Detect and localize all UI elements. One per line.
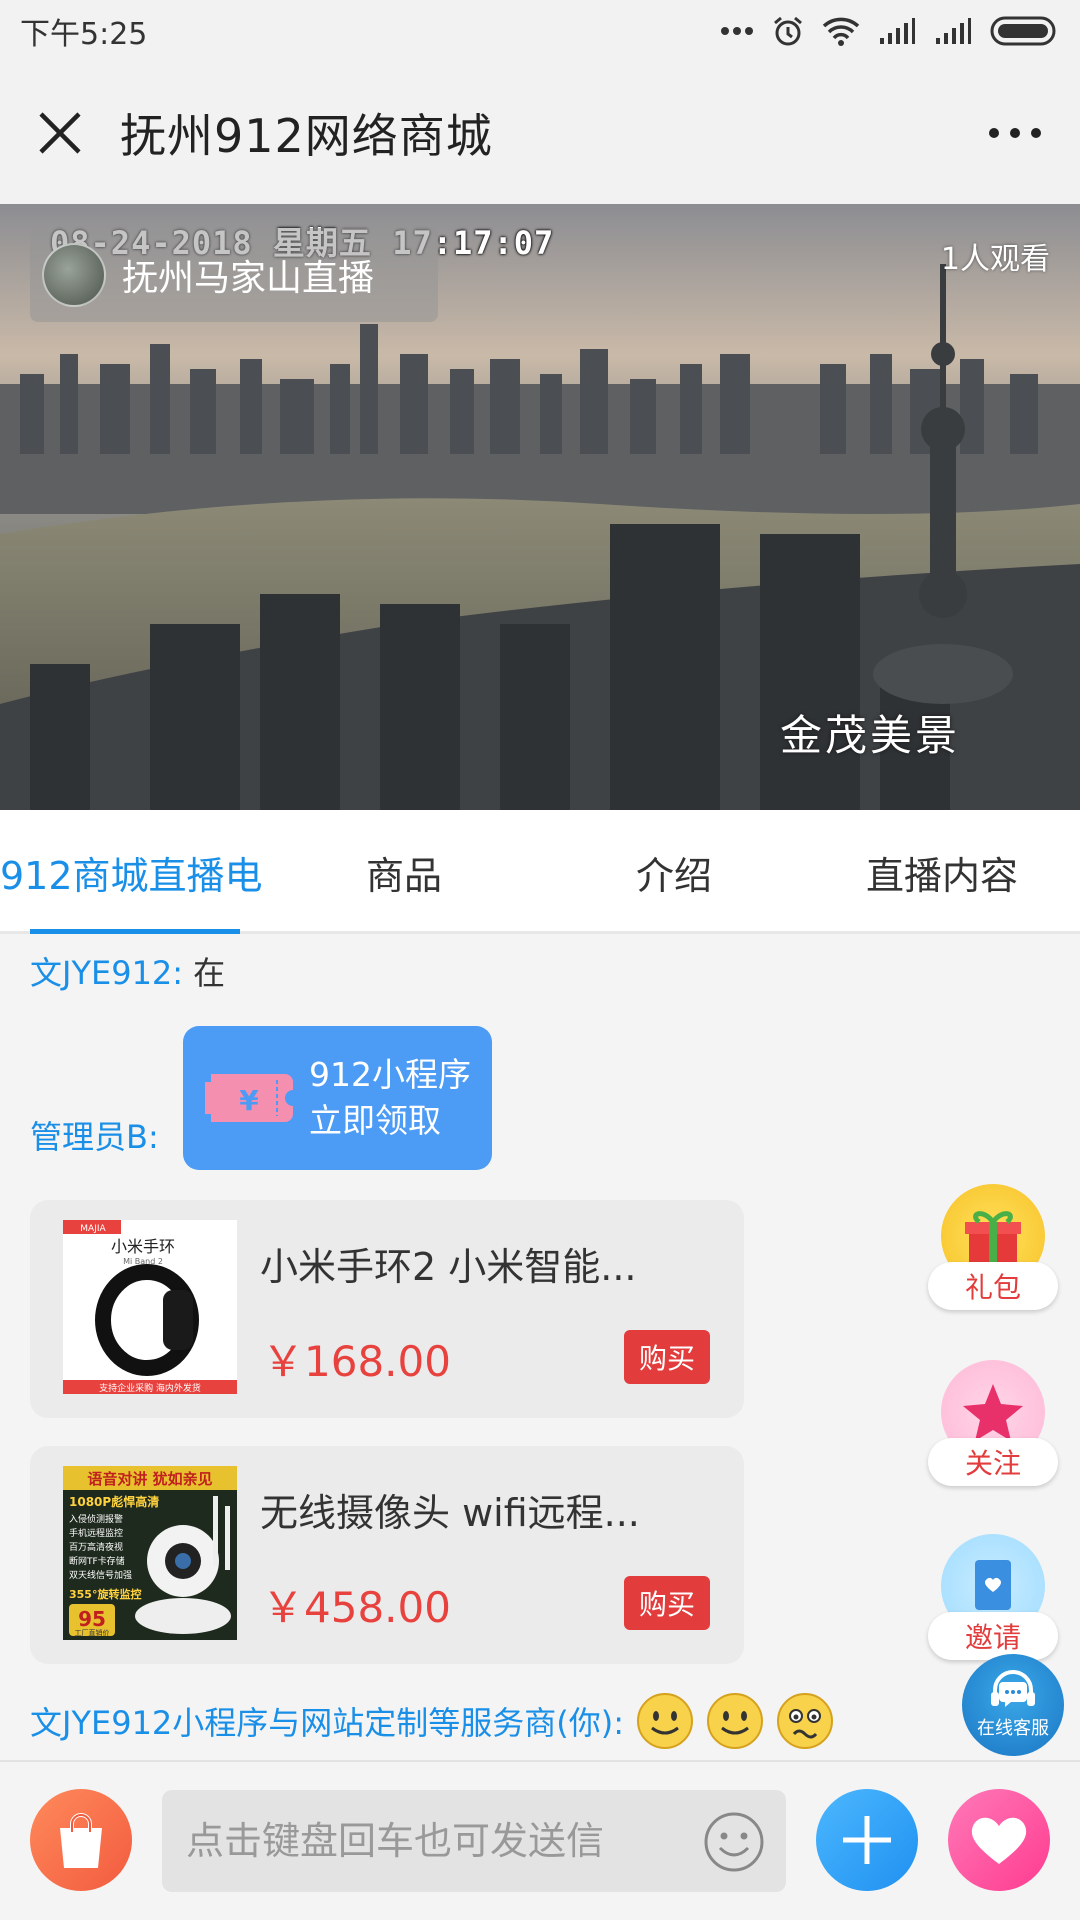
status-bar: 下午5:25: [0, 0, 1080, 62]
battery-icon: [990, 16, 1056, 46]
viewer-count: 1人观看: [940, 242, 1050, 277]
bottom-bar: [0, 1760, 1080, 1920]
thumb-feature: 双天线信号加强: [69, 1569, 132, 1581]
headset-icon: [991, 1670, 1035, 1707]
message-text: 在: [193, 954, 226, 992]
smile-emoji-icon: [707, 1693, 764, 1749]
like-button[interactable]: [948, 1789, 1050, 1891]
shop-button[interactable]: [30, 1789, 132, 1891]
close-button[interactable]: [0, 62, 120, 204]
page-title: 抚州912网络商城: [120, 109, 493, 163]
worried-emoji-icon: [777, 1693, 834, 1749]
close-icon: [39, 112, 81, 154]
signal-icon: [880, 18, 915, 44]
tab-live-content[interactable]: 直播内容: [866, 810, 1018, 934]
product-card[interactable]: 语音对讲 犹如亲见 1080P彪悍高清 入侵侦测报警 手机远程监控 百万高清夜视…: [30, 1446, 744, 1664]
thumb-note: 工厂直销价: [75, 1628, 110, 1637]
message-user[interactable]: 文JYE912:: [30, 954, 183, 992]
product-thumbnail: 语音对讲 犹如亲见 1080P彪悍高清 入侵侦测报警 手机远程监控 百万高清夜视…: [63, 1466, 237, 1640]
live-video[interactable]: 08-24-2018 星期五 17:17:07 抚州马家山直播 1人观看 金茂美…: [0, 204, 1080, 810]
thumb-brand: MAJIA: [80, 1224, 106, 1234]
smile-emoji-icon: [637, 1693, 694, 1749]
product-card[interactable]: MAJIA 小米手环 Mi Band 2 支持企业采购 海内外发货 小米手环2 …: [30, 1200, 744, 1418]
online-service-button[interactable]: 在线客服: [962, 1654, 1064, 1756]
follow-label: 关注: [928, 1438, 1058, 1486]
product-thumbnail: MAJIA 小米手环 Mi Band 2 支持企业采购 海内外发货: [63, 1220, 237, 1394]
channel-badge[interactable]: 抚州马家山直播: [30, 228, 438, 322]
chat-message: 文JYE912: 在: [30, 948, 225, 994]
signal-icon-2: [936, 18, 971, 44]
coupon-title: 912小程序: [309, 1055, 471, 1094]
thumb-footer: 支持企业采购 海内外发货: [99, 1382, 201, 1394]
thumb-feature: 入侵侦测报警: [69, 1513, 123, 1525]
invite-card-icon: [975, 1560, 1011, 1610]
channel-avatar: [42, 243, 106, 307]
coupon-action: 立即领取: [309, 1101, 441, 1140]
ticket-icon: ¥: [205, 1074, 293, 1122]
status-icons: [720, 15, 1060, 47]
tab-intro[interactable]: 介绍: [636, 810, 712, 934]
thumb-price: 95: [78, 1607, 106, 1631]
thumb-feature: 断网TF卡存储: [69, 1555, 125, 1567]
thumb-title: 小米手环: [111, 1237, 175, 1256]
gift-label: 礼包: [928, 1262, 1058, 1310]
thumb-feature: 百万高清夜视: [69, 1541, 123, 1553]
gift-button[interactable]: 礼包: [928, 1184, 1058, 1314]
thumb-res: 1080P彪悍高清: [69, 1494, 159, 1509]
online-service-label: 在线客服: [977, 1718, 1049, 1739]
star-icon: [963, 1384, 1023, 1441]
message-user[interactable]: 文JYE912小程序与网站定制等服务商(你):: [30, 1698, 624, 1744]
gift-icon: [965, 1211, 1021, 1264]
fitness-band-image: MAJIA 小米手环 Mi Band 2 支持企业采购 海内外发货: [63, 1220, 237, 1394]
invite-button[interactable]: 邀请: [928, 1534, 1058, 1664]
invite-label: 邀请: [928, 1612, 1058, 1660]
follow-button[interactable]: 关注: [928, 1360, 1058, 1490]
add-button[interactable]: [816, 1789, 918, 1891]
coupon-card[interactable]: ¥ 912小程序 立即领取: [183, 1026, 492, 1170]
status-time: 下午5:25: [20, 17, 148, 52]
product-name: 小米手环2 小米智能...: [260, 1245, 637, 1289]
wifi-icon: [822, 17, 860, 46]
more-button[interactable]: [950, 62, 1080, 204]
more-dots-icon: [721, 27, 753, 35]
tab-bar: 912商城直播电 商品 介绍 直播内容: [0, 810, 1080, 934]
tab-products[interactable]: 商品: [366, 810, 442, 934]
more-icon: [989, 128, 1041, 138]
plus-icon: [843, 1816, 891, 1864]
header: 抚州912网络商城: [0, 62, 1080, 204]
product-price: ￥168.00: [262, 1337, 451, 1386]
chat-area[interactable]: 文JYE912: 在 管理员B: ¥ 912小程序 立即领取 MAJIA 小米手环…: [0, 934, 1080, 1760]
alarm-icon: [774, 16, 802, 46]
tab-live-chat[interactable]: 912商城直播电: [0, 810, 263, 934]
svg-text:¥: ¥: [239, 1084, 259, 1117]
heart-icon: [971, 1817, 1027, 1864]
emoji-icon[interactable]: [702, 1810, 766, 1874]
shopping-bag-icon: [60, 1813, 102, 1868]
coupon-text: 912小程序 立即领取: [309, 1052, 471, 1144]
camera-image: 语音对讲 犹如亲见 1080P彪悍高清 入侵侦测报警 手机远程监控 百万高清夜视…: [63, 1466, 237, 1640]
buy-button[interactable]: 购买: [624, 1576, 710, 1630]
product-name: 无线摄像头 wifi远程...: [260, 1491, 640, 1535]
chat-message: 文JYE912小程序与网站定制等服务商(你):: [30, 1692, 834, 1750]
message-user[interactable]: 管理员B:: [30, 1118, 159, 1156]
thumb-rotate: 355°旋转监控: [69, 1587, 141, 1601]
message-input[interactable]: [162, 1790, 786, 1892]
chat-message-coupon-user: 管理员B:: [30, 1112, 159, 1158]
thumb-feature: 手机远程监控: [69, 1527, 123, 1539]
product-price: ￥458.00: [262, 1583, 451, 1632]
thumb-banner: 语音对讲 犹如亲见: [87, 1470, 212, 1488]
channel-name: 抚州马家山直播: [122, 258, 375, 299]
buy-button[interactable]: 购买: [624, 1330, 710, 1384]
video-caption: 金茂美景: [780, 711, 961, 760]
